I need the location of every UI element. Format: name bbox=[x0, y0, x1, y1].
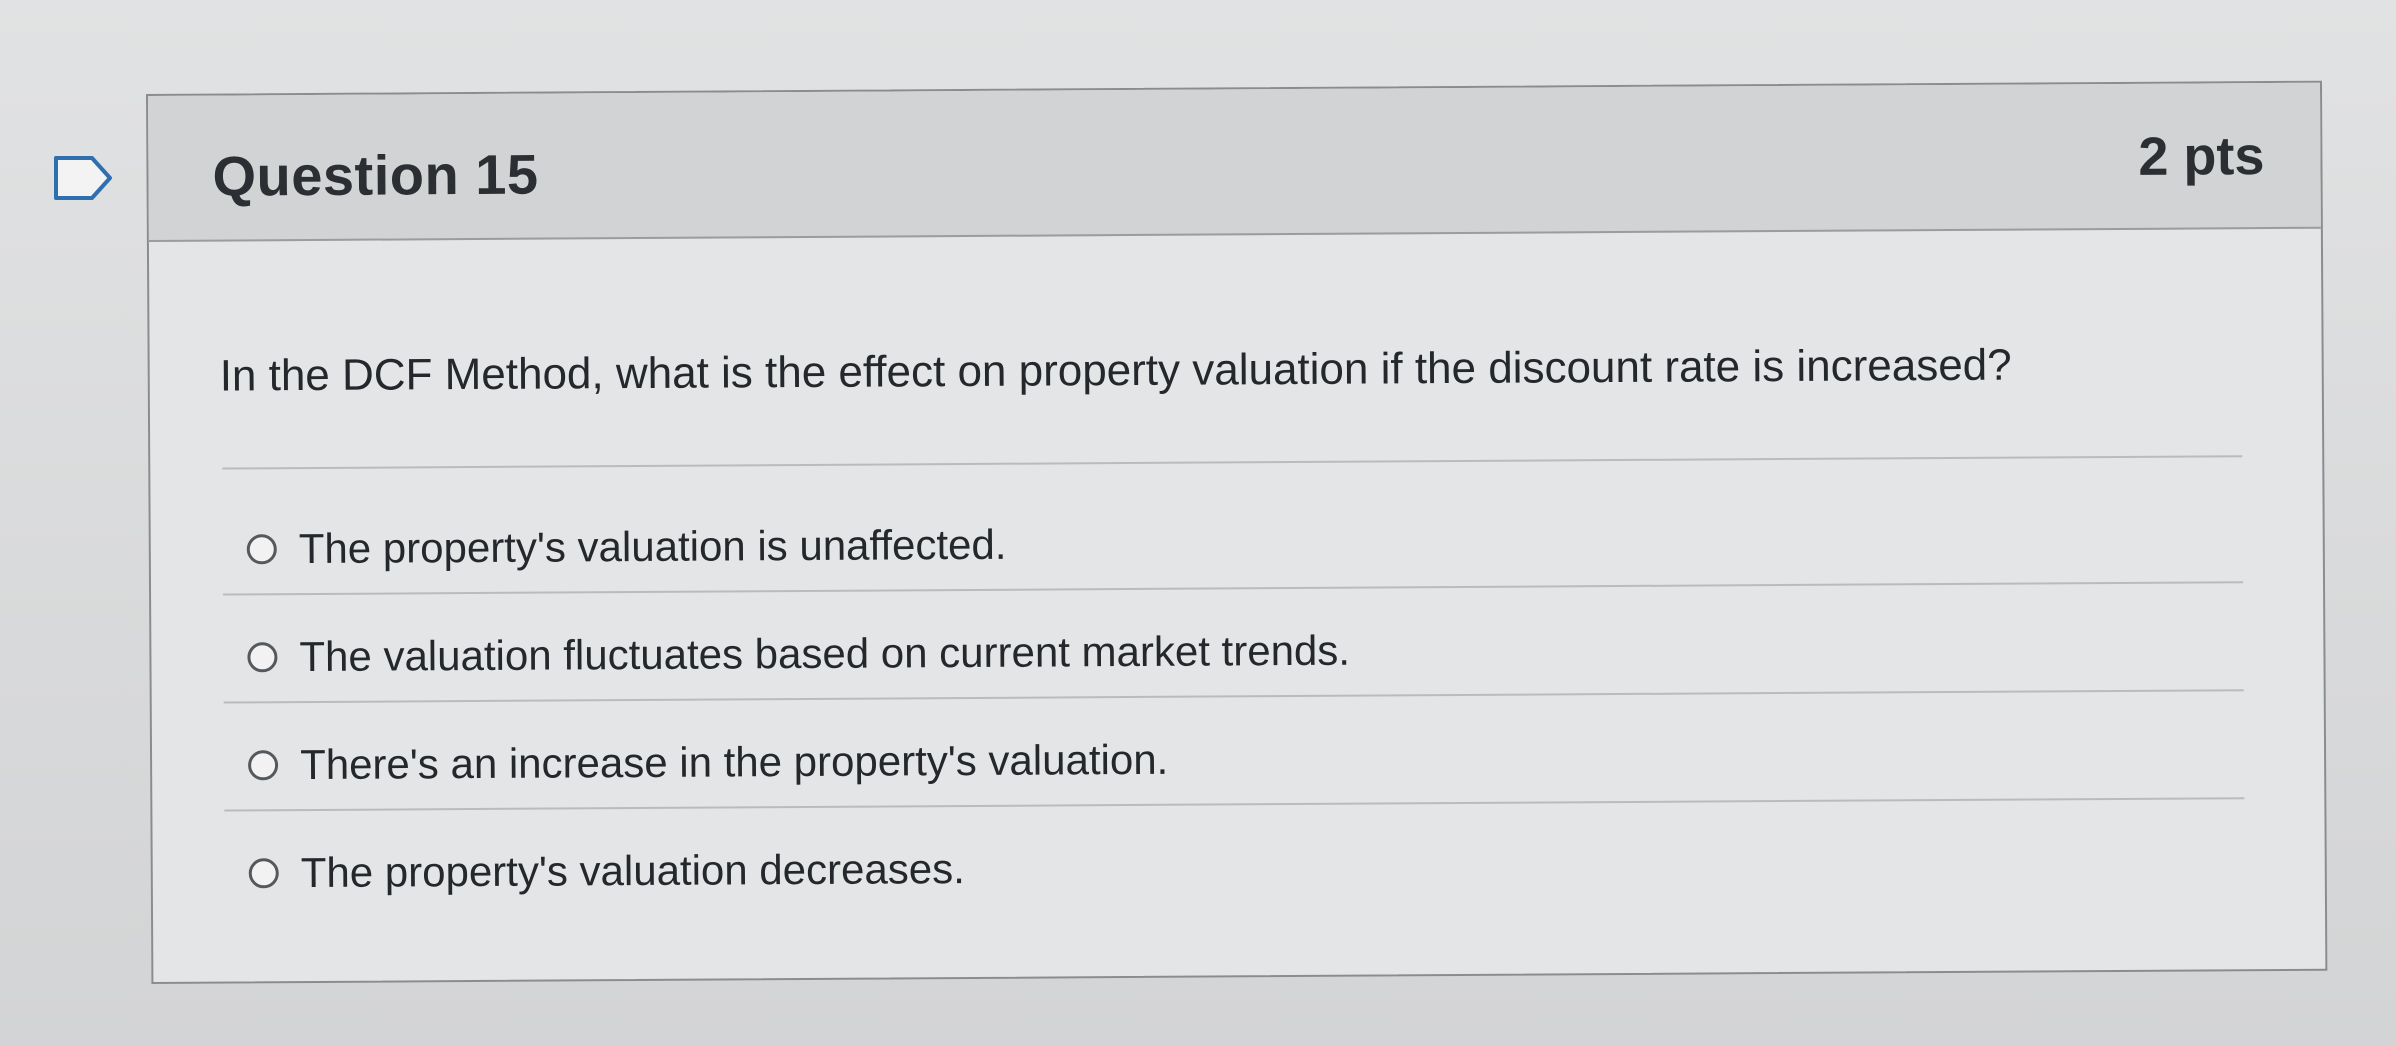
flag-question-icon[interactable] bbox=[52, 154, 114, 202]
answer-divider bbox=[223, 689, 2244, 704]
answer-label: The property's valuation decreases. bbox=[300, 845, 965, 897]
question-title: Question 15 bbox=[212, 142, 539, 208]
question-text: In the DCF Method, what is the effect on… bbox=[219, 340, 2012, 401]
answer-option-2[interactable]: The valuation fluctuates based on curren… bbox=[247, 619, 1350, 690]
radio-button-icon[interactable] bbox=[246, 534, 277, 565]
answer-option-4[interactable]: The property's valuation decreases. bbox=[248, 837, 965, 905]
question-header: Question 15 2 pts bbox=[148, 82, 2321, 242]
radio-button-icon[interactable] bbox=[248, 750, 279, 781]
quiz-screen: Question 15 2 pts In the DCF Method, wha… bbox=[0, 0, 2396, 1046]
answer-label: The property's valuation is unaffected. bbox=[298, 520, 1007, 573]
answer-divider bbox=[224, 797, 2245, 812]
question-card: Question 15 2 pts In the DCF Method, wha… bbox=[146, 80, 2328, 984]
answer-option-3[interactable]: There's an increase in the property's va… bbox=[248, 728, 1169, 798]
answer-label: The valuation fluctuates based on curren… bbox=[299, 626, 1351, 681]
radio-button-icon[interactable] bbox=[247, 642, 278, 673]
question-points: 2 pts bbox=[2138, 126, 2265, 187]
answer-divider bbox=[223, 581, 2244, 596]
question-divider bbox=[222, 455, 2243, 470]
answer-label: There's an increase in the property's va… bbox=[299, 735, 1169, 789]
radio-button-icon[interactable] bbox=[248, 858, 279, 889]
answer-option-1[interactable]: The property's valuation is unaffected. bbox=[246, 513, 1007, 582]
